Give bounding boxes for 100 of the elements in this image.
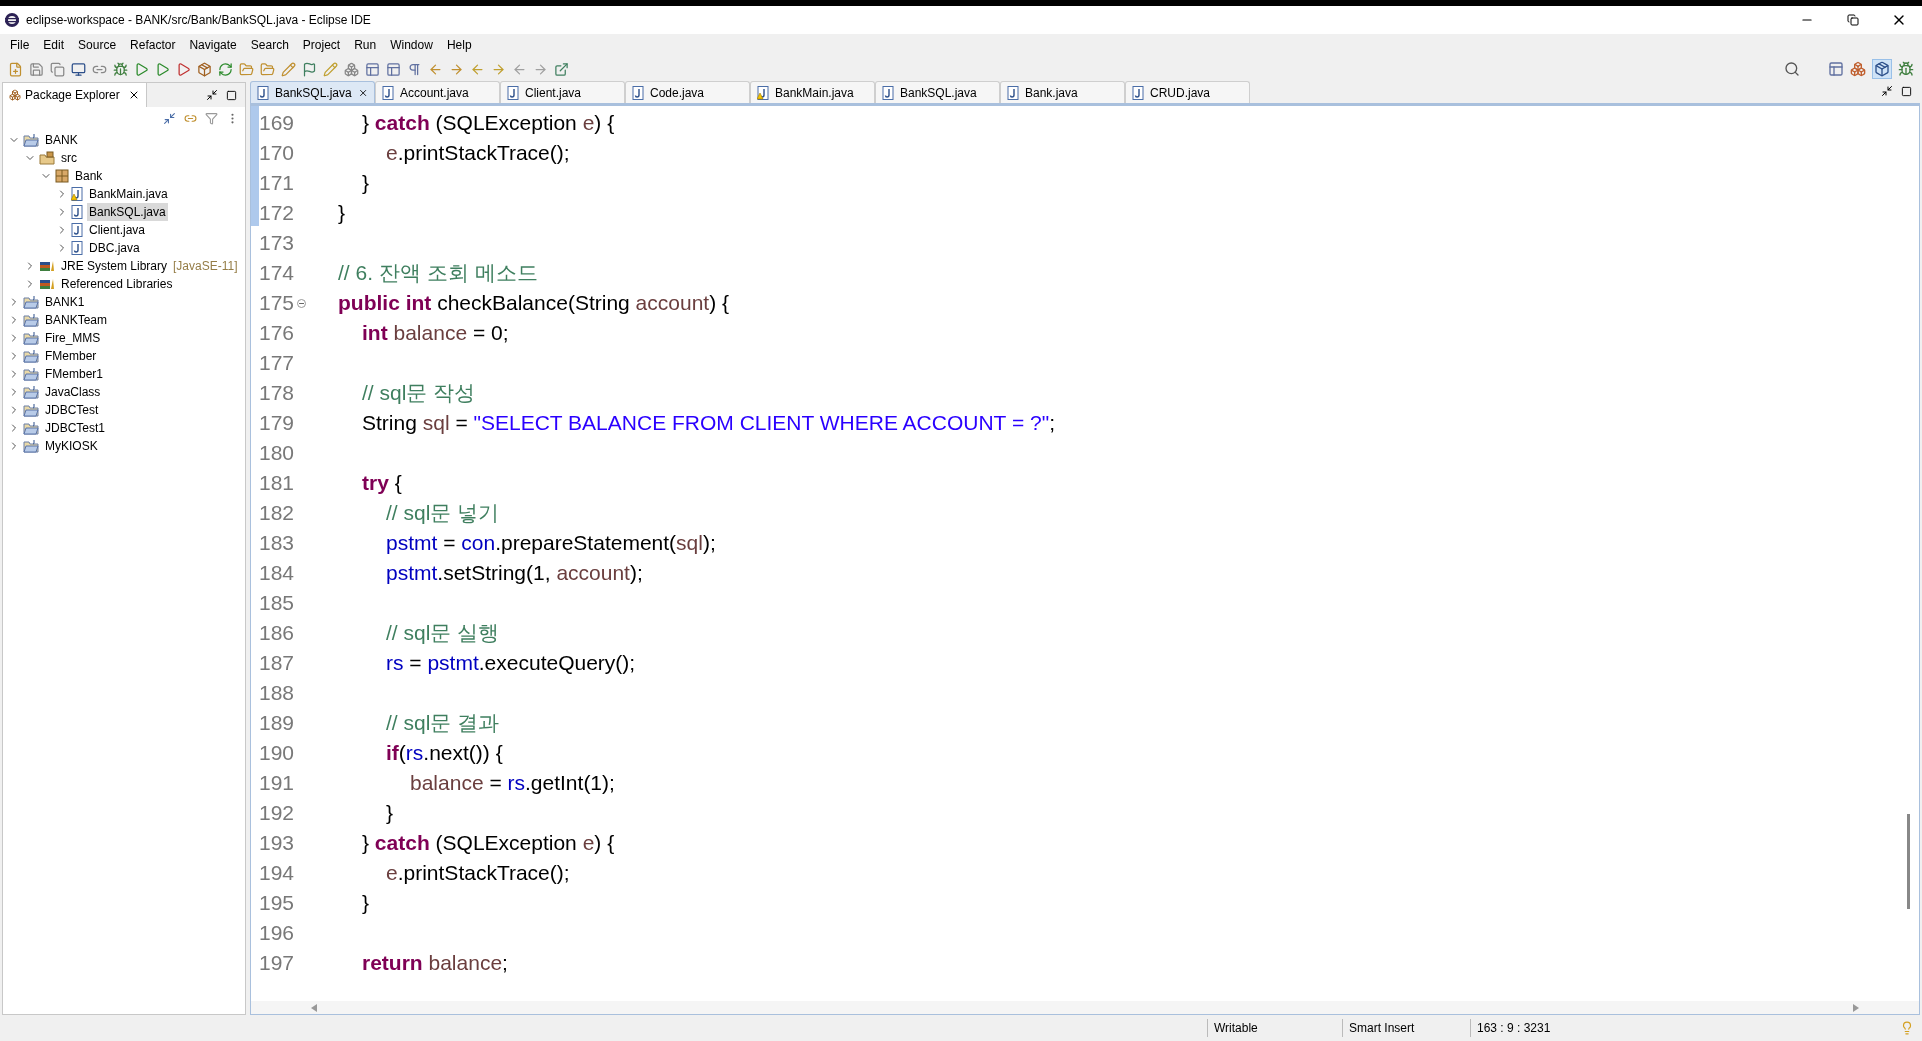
line-number: 190 — [259, 740, 296, 767]
flag-icon[interactable] — [302, 61, 317, 77]
line-number: 194 — [259, 860, 296, 887]
window-title: eclipse-workspace - BANK/src/Bank/BankSQL.java - Eclipse IDE — [26, 12, 371, 29]
tree-item[interactable]: MyKIOSK — [43, 437, 100, 455]
line-number: 169 — [259, 110, 296, 137]
search-icon[interactable] — [1784, 61, 1800, 77]
code-line: } — [362, 890, 369, 917]
filter-icon[interactable] — [205, 111, 218, 125]
app-logo-icon — [4, 12, 20, 28]
tree-item[interactable]: src — [59, 149, 79, 167]
view-tab[interactable]: Package Explorer — [3, 83, 147, 107]
line-number: 170 — [259, 140, 296, 167]
line-number: 179 — [259, 410, 296, 437]
boxes-icon[interactable] — [344, 61, 359, 77]
java-perspective-icon[interactable] — [1874, 61, 1890, 77]
menu-item[interactable]: Help — [440, 36, 478, 54]
tree-item[interactable]: DBC.java — [87, 239, 142, 257]
debug-icon[interactable] — [113, 61, 128, 77]
code-line: e.printStackTrace(); — [386, 860, 570, 887]
editor-tab[interactable]: BankSQL.java — [250, 81, 375, 103]
editor-tab[interactable]: Account.java — [375, 81, 500, 103]
layout-icon[interactable] — [365, 61, 380, 77]
monitor-icon[interactable] — [71, 61, 86, 77]
tree-item[interactable]: FMember1 — [43, 365, 105, 383]
save-all-icon[interactable] — [50, 61, 65, 77]
arrow-right-icon[interactable] — [533, 61, 548, 77]
debug-perspective-icon[interactable] — [1898, 61, 1914, 77]
maximize-view-icon[interactable] — [226, 89, 237, 101]
line-number: 197 — [259, 950, 296, 977]
menu-item[interactable]: Edit — [37, 36, 71, 54]
tree-item[interactable]: JavaClass — [43, 383, 103, 401]
maximize-editor-icon[interactable] — [1901, 86, 1912, 97]
arrow-right-icon[interactable] — [491, 61, 506, 77]
tree-item[interactable]: JDBCTest — [43, 401, 101, 419]
run-icon[interactable] — [155, 61, 170, 77]
collapse-all-icon[interactable] — [163, 111, 176, 125]
new-file-icon[interactable] — [8, 61, 23, 77]
package-icon[interactable] — [197, 61, 212, 77]
arrow-right-icon[interactable] — [449, 61, 464, 77]
editor-tab[interactable]: BankMain.java — [750, 81, 875, 103]
menu-item[interactable]: Navigate — [183, 36, 243, 54]
tree-item[interactable]: Bank — [73, 167, 105, 185]
status-field: Writable — [1207, 1019, 1342, 1037]
line-number: 182 — [259, 500, 296, 527]
tree-item[interactable]: Client.java — [87, 221, 148, 239]
editor-tab[interactable]: Client.java — [500, 81, 625, 103]
menu-item[interactable]: File — [4, 36, 36, 54]
code-line: return balance; — [362, 950, 508, 977]
menu-item[interactable]: Project — [296, 36, 347, 54]
tree-item[interactable]: BankMain.java — [87, 185, 170, 203]
minimize-editor-icon[interactable] — [1881, 85, 1893, 97]
line-number: 187 — [259, 650, 296, 677]
folder-icon[interactable] — [260, 61, 275, 77]
menu-item[interactable]: Run — [348, 36, 383, 54]
scrollbar-thumb[interactable] — [1907, 814, 1910, 909]
code-line: } — [338, 200, 345, 227]
tree-item[interactable]: JRE System Library — [59, 257, 170, 275]
perspective-icon[interactable] — [1850, 61, 1866, 77]
run-icon[interactable] — [134, 61, 149, 77]
horizontal-scrollbar[interactable] — [250, 1001, 1920, 1015]
folder-icon[interactable] — [239, 61, 254, 77]
open-perspective-icon[interactable] — [1828, 61, 1844, 77]
tree-item[interactable]: Fire_MMS — [43, 329, 103, 347]
tree-item[interactable]: FMember — [43, 347, 99, 365]
layout-icon[interactable] — [386, 61, 401, 77]
editor-tab[interactable]: Bank.java — [1000, 81, 1125, 103]
editor-tab[interactable]: Code.java — [625, 81, 750, 103]
menu-item[interactable]: Window — [384, 36, 439, 54]
package-explorer-icon — [9, 89, 21, 101]
external-link-icon[interactable] — [554, 61, 569, 77]
save-icon[interactable] — [29, 61, 44, 77]
tree-item[interactable]: BANK1 — [43, 293, 87, 311]
project-folder-icon — [23, 349, 39, 363]
line-number: 171 — [259, 170, 296, 197]
menu-item[interactable]: Refactor — [124, 36, 182, 54]
project-folder-icon — [23, 331, 39, 345]
package-icon — [55, 169, 69, 183]
line-number: 183 — [259, 530, 296, 557]
refresh-icon[interactable] — [218, 61, 233, 77]
pencil-icon[interactable] — [323, 61, 338, 77]
tree-item[interactable]: BankSQL.java — [87, 203, 168, 221]
pencil-icon[interactable] — [281, 61, 296, 77]
code-line: // sql문 결과 — [386, 710, 500, 737]
tree-item[interactable]: BANK — [43, 131, 80, 149]
minimize-view-icon[interactable] — [206, 89, 218, 101]
editor-tab[interactable]: BankSQL.java — [875, 81, 1000, 103]
project-folder-icon — [23, 295, 39, 309]
tree-item[interactable]: JDBCTest1 — [43, 419, 108, 437]
lightbulb-icon[interactable] — [1900, 1021, 1914, 1035]
editor-tab[interactable]: CRUD.java — [1125, 81, 1250, 103]
pilcrow-icon[interactable] — [407, 61, 422, 77]
tree-item[interactable]: BANKTeam — [43, 311, 110, 329]
run-icon[interactable] — [176, 61, 191, 77]
code-line: pstmt = con.prepareStatement(sql); — [386, 530, 716, 557]
menu-item[interactable]: Source — [72, 36, 123, 54]
view-title: Package Explorer — [25, 87, 120, 104]
tree-item[interactable]: Referenced Libraries — [59, 275, 175, 293]
menu-item[interactable]: Search — [244, 36, 295, 54]
code-line: // sql문 작성 — [362, 380, 476, 407]
